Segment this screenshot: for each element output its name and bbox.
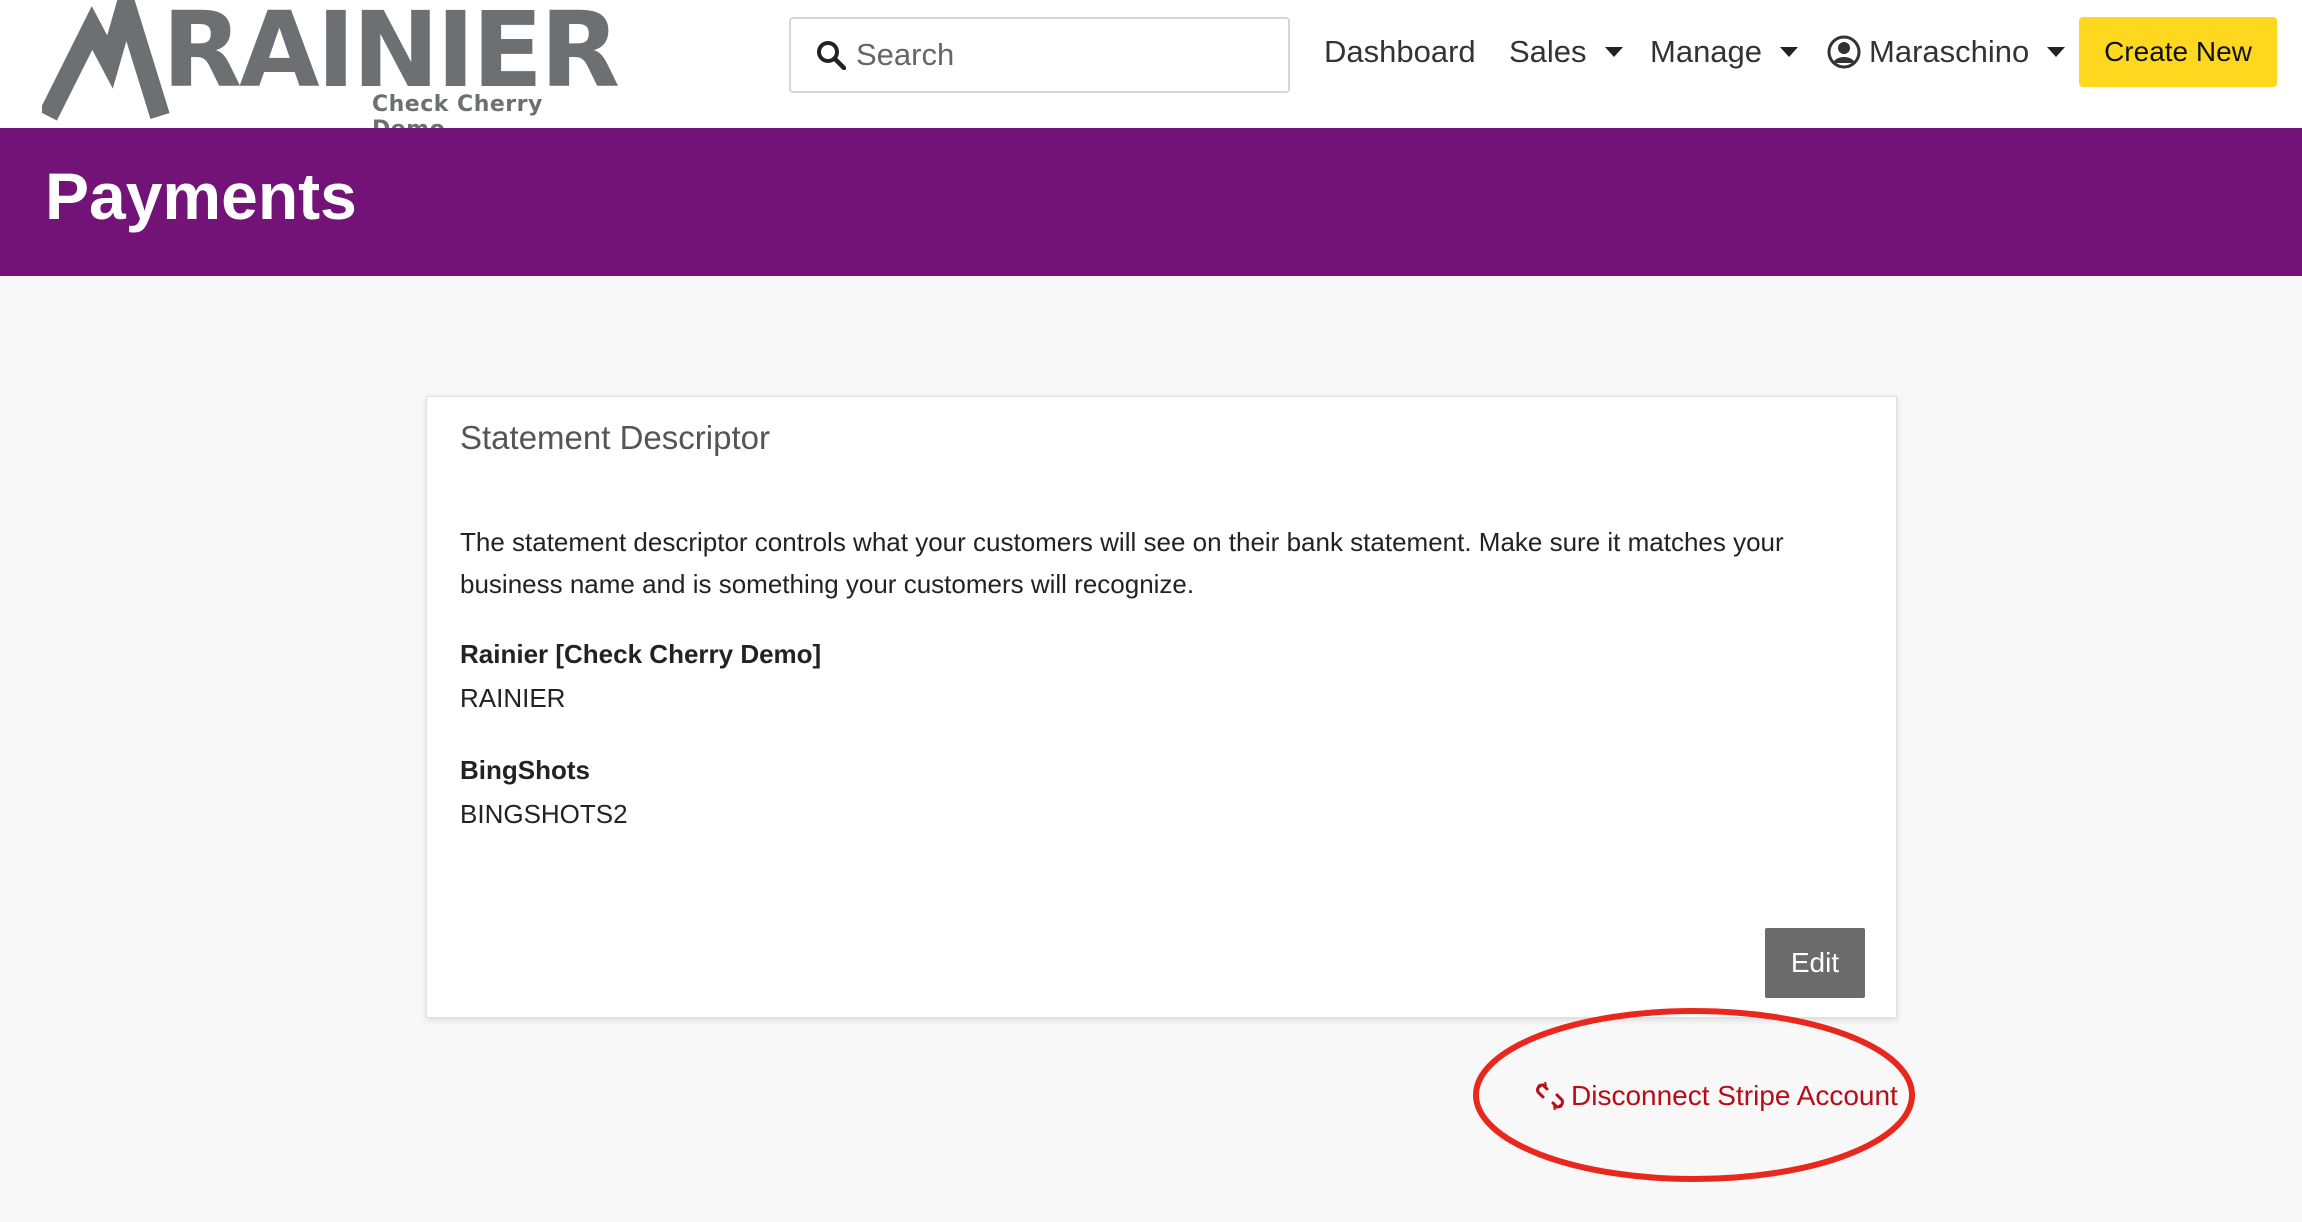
brand-logo[interactable]: RAINIER Check Cherry Demo: [42, 0, 620, 142]
card-description: The statement descriptor controls what y…: [460, 527, 1784, 599]
navbar: RAINIER Check Cherry Demo Dashboard Sale…: [0, 0, 2302, 142]
search-box[interactable]: [789, 17, 1290, 93]
card-title: Statement Descriptor: [460, 419, 770, 456]
chevron-down-icon: [1604, 47, 1623, 57]
nav-manage-label: Manage: [1650, 34, 1763, 69]
mountain-logo-icon: [42, 0, 170, 121]
user-circle-icon: [1827, 35, 1861, 69]
create-new-button[interactable]: Create New: [2079, 17, 2277, 87]
statement-descriptor-card: Statement Descriptor The statement descr…: [426, 396, 1897, 1018]
nav-user-label: Maraschino: [1869, 34, 2030, 69]
unlink-icon: [1536, 1081, 1564, 1111]
chevron-down-icon: [2047, 47, 2066, 57]
descriptor-value: BINGSHOTS2: [460, 799, 628, 829]
descriptor-name: Rainier [Check Cherry Demo]: [460, 639, 822, 669]
search-icon: [817, 41, 846, 70]
nav-dashboard-label: Dashboard: [1324, 34, 1476, 69]
disconnect-stripe-link[interactable]: Disconnect Stripe Account: [1535, 1080, 1898, 1112]
page-title: Payments: [45, 159, 357, 233]
nav-sales-label: Sales: [1509, 34, 1587, 69]
nav-manage-dropdown[interactable]: Manage: [1650, 34, 1799, 70]
edit-button[interactable]: Edit: [1765, 928, 1865, 998]
brand-name: RAINIER: [162, 0, 620, 111]
disconnect-label: Disconnect Stripe Account: [1571, 1080, 1898, 1111]
chevron-down-icon: [1780, 47, 1799, 57]
nav-sales-dropdown[interactable]: Sales: [1509, 34, 1623, 70]
page-header: Payments: [0, 128, 2302, 276]
nav-dashboard[interactable]: Dashboard: [1324, 34, 1476, 70]
search-input[interactable]: [856, 37, 1256, 73]
nav-user-dropdown[interactable]: Maraschino: [1827, 34, 2066, 70]
descriptor-value: RAINIER: [460, 683, 566, 713]
descriptor-name: BingShots: [460, 755, 590, 785]
